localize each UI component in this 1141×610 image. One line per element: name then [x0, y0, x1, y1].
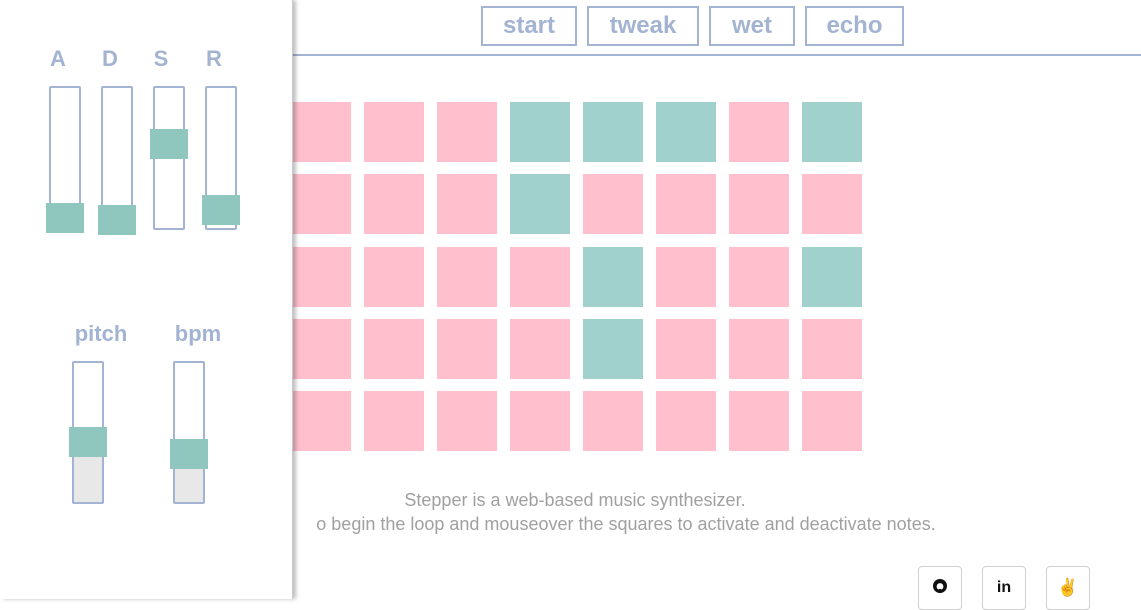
decay-slider[interactable]: [98, 86, 136, 235]
sustain-label: S: [153, 46, 169, 71]
attack-label: A: [50, 46, 66, 71]
grid-cell[interactable]: [291, 319, 351, 379]
grid-cell[interactable]: [802, 247, 862, 307]
grid-cell[interactable]: [291, 391, 351, 451]
grid-cell[interactable]: [291, 102, 351, 162]
wet-button[interactable]: wet: [709, 6, 795, 46]
peace-icon: ✌: [1057, 578, 1079, 597]
pitch-label: pitch: [74, 321, 128, 346]
decay-slider-thumb[interactable]: [98, 205, 136, 235]
grid-cell[interactable]: [802, 174, 862, 234]
release-slider-thumb[interactable]: [202, 195, 240, 225]
pitch-slider-thumb[interactable]: [69, 427, 107, 457]
grid-cell[interactable]: [656, 391, 716, 451]
start-button[interactable]: start: [481, 6, 577, 46]
grid-cell[interactable]: [583, 391, 643, 451]
grid-cell[interactable]: [802, 319, 862, 379]
release-label: R: [206, 46, 222, 71]
grid-cell[interactable]: [802, 391, 862, 451]
decay-label: D: [102, 46, 118, 71]
grid-cell[interactable]: [437, 102, 497, 162]
bpm-slider-thumb[interactable]: [170, 439, 208, 469]
grid-cell[interactable]: [510, 102, 570, 162]
grid-cell[interactable]: [437, 247, 497, 307]
grid-cell[interactable]: [291, 174, 351, 234]
grid-cell[interactable]: [656, 247, 716, 307]
grid-cell[interactable]: [437, 174, 497, 234]
grid-cell[interactable]: [802, 102, 862, 162]
grid-cell[interactable]: [364, 102, 424, 162]
grid-cell[interactable]: [510, 391, 570, 451]
grid-cell[interactable]: [583, 319, 643, 379]
grid-cell[interactable]: [364, 391, 424, 451]
attack-slider[interactable]: [46, 86, 84, 233]
grid-cell[interactable]: [729, 174, 789, 234]
grid-cell[interactable]: [583, 247, 643, 307]
grid-cell[interactable]: [510, 247, 570, 307]
grid-cell[interactable]: [583, 102, 643, 162]
bpm-slider[interactable]: [170, 361, 208, 504]
tweak-button[interactable]: tweak: [587, 6, 699, 46]
peace-button[interactable]: ✌: [1046, 566, 1090, 610]
grid-cell[interactable]: [437, 391, 497, 451]
linkedin-icon: in: [996, 579, 1012, 596]
github-icon: [932, 578, 948, 599]
release-slider[interactable]: [202, 86, 240, 230]
grid-cell[interactable]: [729, 102, 789, 162]
grid-cell[interactable]: [656, 174, 716, 234]
grid-cell[interactable]: [583, 174, 643, 234]
grid-cell[interactable]: [364, 247, 424, 307]
bpm-label: bpm: [174, 321, 222, 346]
control-panel: A D S R pitch bpm: [0, 0, 293, 599]
pitch-slider[interactable]: [69, 361, 107, 504]
grid-cell[interactable]: [364, 319, 424, 379]
sustain-slider-thumb[interactable]: [150, 129, 188, 159]
echo-button[interactable]: echo: [805, 6, 904, 46]
grid-cell[interactable]: [291, 247, 351, 307]
grid-cell[interactable]: [656, 319, 716, 379]
grid-cell[interactable]: [729, 319, 789, 379]
attack-slider-thumb[interactable]: [46, 203, 84, 233]
grid-cell[interactable]: [656, 102, 716, 162]
grid-cell[interactable]: [364, 174, 424, 234]
github-button[interactable]: [918, 566, 962, 610]
grid-cell[interactable]: [510, 319, 570, 379]
grid-cell[interactable]: [437, 319, 497, 379]
grid-cell[interactable]: [510, 174, 570, 234]
grid-cell[interactable]: [729, 391, 789, 451]
linkedin-button[interactable]: in: [982, 566, 1026, 610]
sustain-slider[interactable]: [150, 86, 188, 230]
grid-cell[interactable]: [729, 247, 789, 307]
